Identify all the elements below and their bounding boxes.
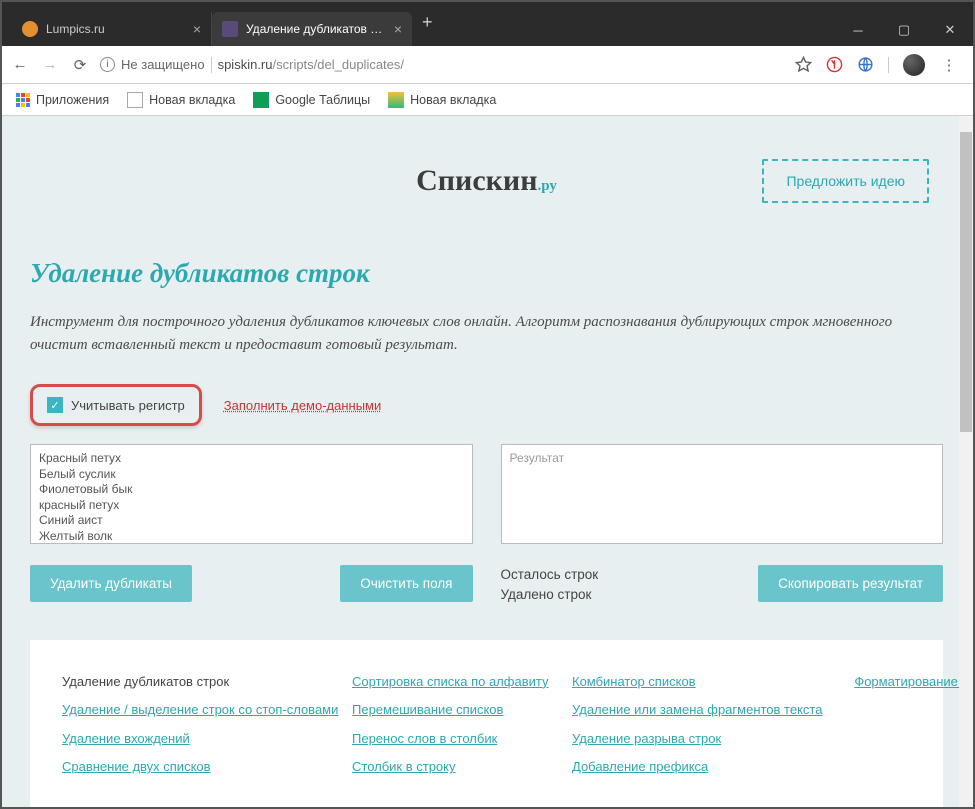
page-icon [127,92,143,108]
footer-link[interactable]: Удаление разрыва строк [572,731,721,746]
image-icon [388,92,404,108]
footer-link[interactable]: Форматирование списка [854,674,973,689]
footer-link[interactable]: Удаление вхождений [62,731,190,746]
footer-link[interactable]: Добавление префикса [572,759,708,774]
url-text: spiskin.ru/scripts/del_duplicates/ [218,57,404,72]
forward-button[interactable]: → [40,56,60,73]
input-textarea[interactable] [30,444,473,544]
close-icon[interactable]: × [394,21,402,37]
yandex-icon[interactable] [826,56,843,73]
footer-link[interactable]: Комбинатор списков [572,674,696,689]
input-column: Удалить дубликаты Очистить поля [30,444,473,606]
tab-label: Lumpics.ru [46,22,187,36]
site-header: Спискин.ру Предложить идею [30,164,943,198]
browser-tab-2-active[interactable]: Удаление дубликатов строк - у... × [212,12,412,46]
footer-link[interactable]: Сравнение двух списков [62,759,211,774]
footer-links: Удаление дубликатов строк Удаление / выд… [30,640,943,808]
window-controls: ─ ▢ ✕ [835,14,973,46]
security-status: Не защищено [121,57,205,72]
divider [888,57,889,73]
site-logo[interactable]: Спискин.ру [416,164,557,198]
new-tab-button[interactable]: + [412,12,443,33]
address-bar: ← → ⟳ i Не защищено spiskin.ru/scripts/d… [2,46,973,84]
clear-fields-button[interactable]: Очистить поля [340,565,472,602]
bookmark-newtab[interactable]: Новая вкладка [127,92,235,108]
maximize-button[interactable]: ▢ [881,14,927,46]
suggest-idea-button[interactable]: Предложить идею [762,159,929,203]
footer-link[interactable]: Сортировка списка по алфавиту [352,674,548,689]
favicon [222,21,238,37]
browser-titlebar: Lumpics.ru × Удаление дубликатов строк -… [2,2,973,46]
close-icon[interactable]: × [193,21,201,37]
back-button[interactable]: ← [10,56,30,73]
browser-tab-1[interactable]: Lumpics.ru × [12,12,212,46]
footer-link[interactable]: Перенос слов в столбик [352,731,497,746]
profile-avatar[interactable] [903,54,925,76]
page-description: Инструмент для построчного удаления дубл… [30,311,910,356]
apps-icon [16,93,30,107]
fill-demo-link[interactable]: Заполнить демо-данными [224,398,381,413]
apps-shortcut[interactable]: Приложения [16,93,109,107]
minimize-button[interactable]: ─ [835,14,881,46]
options-row: ✓ Учитывать регистр Заполнить демо-данны… [30,384,943,426]
delete-duplicates-button[interactable]: Удалить дубликаты [30,565,192,602]
footer-link[interactable]: Перемешивание списков [352,702,503,717]
stats-text: Осталось строк Удалено строк [501,565,599,606]
bookmarks-bar: Приложения Новая вкладка Google Таблицы … [2,84,973,116]
page-title: Удаление дубликатов строк [30,258,943,289]
result-textarea[interactable] [501,444,944,544]
footer-link[interactable]: Удаление или замена фрагментов текста [572,702,822,717]
output-column: Осталось строк Удалено строк Скопировать… [501,444,944,606]
footer-link[interactable]: Столбик в строку [352,759,456,774]
scrollbar-track[interactable] [959,116,973,807]
scrollbar-thumb[interactable] [960,132,972,432]
divider [211,57,212,73]
checkbox-checked-icon[interactable]: ✓ [47,397,63,413]
sheets-icon [253,92,269,108]
url-field[interactable]: i Не защищено spiskin.ru/scripts/del_dup… [100,57,785,73]
copy-result-button[interactable]: Скопировать результат [758,565,943,602]
globe-icon[interactable] [857,56,874,73]
reload-button[interactable]: ⟳ [70,56,90,74]
checkbox-label: Учитывать регистр [71,398,185,413]
favicon [22,21,38,37]
site-info-icon[interactable]: i [100,57,115,72]
bookmark-newtab-2[interactable]: Новая вкладка [388,92,496,108]
footer-heading: Удаление дубликатов строк [62,668,342,697]
page-content: Спискин.ру Предложить идею Удаление дубл… [2,116,973,807]
case-sensitive-option[interactable]: ✓ Учитывать регистр [30,384,202,426]
bookmark-sheets[interactable]: Google Таблицы [253,92,370,108]
star-icon[interactable] [795,56,812,73]
menu-icon[interactable]: ⋮ [939,56,959,74]
close-button[interactable]: ✕ [927,14,973,46]
tab-label: Удаление дубликатов строк - у... [246,22,388,36]
footer-link[interactable]: Удаление / выделение строк со стоп-слова… [62,702,338,717]
